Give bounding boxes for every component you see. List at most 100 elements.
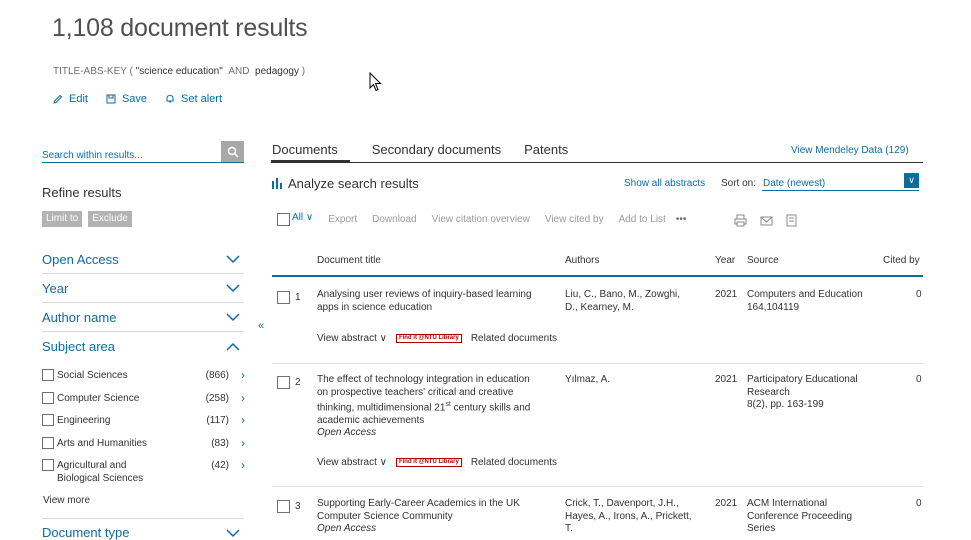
view-abstract-toggle[interactable]: View abstract ∨ [317,457,387,468]
facet-open-access[interactable]: Open Access [42,245,244,274]
bar-chart-icon [272,178,282,189]
save-icon [106,94,116,104]
sort-label: Sort on: [721,178,757,189]
view-citation-overview-button[interactable]: View citation overview [432,214,530,225]
chevron-right-icon[interactable]: › [231,392,245,405]
facet-subject-area[interactable]: Subject area [42,332,244,361]
query-term: pedagogy [255,66,299,77]
subject-checkbox[interactable] [42,459,54,471]
result-cited-by[interactable]: 0 [916,374,922,385]
select-all-dropdown[interactable]: All ∨ [292,212,313,223]
open-access-label: Open Access [317,523,377,534]
result-title-link[interactable]: Analysing user reviews of inquiry-based … [317,289,555,314]
subject-checkbox[interactable] [42,369,54,381]
column-header-source[interactable]: Source [747,255,779,266]
edit-search-button[interactable]: Edit [53,93,88,105]
chevron-down-icon: ∨ [379,333,387,344]
bell-icon [166,94,174,103]
result-actions: View abstract ∨ Find it @NTU Library Rel… [317,457,557,468]
sort-select[interactable]: Date (newest) ∨ [762,173,919,191]
results-column-headers: Document title Authors Year Source Cited… [272,249,923,277]
chevron-right-icon[interactable]: › [231,369,245,382]
chevron-right-icon[interactable]: › [231,414,245,427]
more-options-icon[interactable]: ••• [676,214,687,225]
search-within-input[interactable] [42,141,212,163]
result-actions: View abstract ∨ Find it @NTU Library Rel… [317,333,557,344]
facet-author-name[interactable]: Author name [42,303,244,332]
result-row: 3 Supporting Early-Career Academics in t… [272,498,923,540]
analyze-search-results-button[interactable]: Analyze search results [271,176,419,191]
find-it-ntu-library-button[interactable]: Find it @NTU Library [395,458,462,467]
limit-to-button[interactable]: Limit to [42,211,83,227]
result-cited-by[interactable]: 0 [916,289,922,300]
column-header-authors[interactable]: Authors [565,255,599,266]
add-to-list-button[interactable]: Add to List [619,214,666,225]
query-operator: AND [228,66,250,77]
view-abstract-toggle[interactable]: View abstract ∨ [317,333,387,344]
chevron-down-icon [226,528,240,537]
chevron-down-icon: ∨ [305,212,314,223]
subject-item: Agricultural and Biological Sciences (42)… [42,459,248,485]
select-all-checkbox[interactable] [277,213,290,226]
result-source[interactable]: ACM International Conference Proceeding … [747,498,877,536]
subject-item: Social Sciences (866) › [42,369,248,382]
result-year: 2021 [715,374,738,385]
column-header-title[interactable]: Document title [317,255,381,266]
result-title-link[interactable]: The effect of technology integration in … [317,374,555,440]
show-all-abstracts-link[interactable]: Show all abstracts [624,178,705,189]
facet-year[interactable]: Year [42,274,244,303]
find-it-ntu-library-button[interactable]: Find it @NTU Library [395,334,462,343]
result-row: 1 Analysing user reviews of inquiry-base… [272,289,923,364]
view-mendeley-data-link[interactable]: View Mendeley Data (129) [791,145,909,156]
subject-checkbox[interactable] [42,414,54,426]
chevron-down-icon [226,255,240,264]
exclude-button[interactable]: Exclude [88,211,132,227]
collapse-sidebar-icon[interactable]: « [258,320,264,332]
result-checkbox[interactable] [277,291,290,304]
chevron-down-icon [226,313,240,322]
result-checkbox[interactable] [277,500,290,513]
result-checkbox[interactable] [277,376,290,389]
save-search-button[interactable]: Save [106,93,147,105]
chevron-right-icon[interactable]: › [231,437,245,450]
query-field: TITLE-ABS-KEY [53,66,127,77]
download-button[interactable]: Download [372,214,416,225]
print-icon[interactable] [734,214,747,227]
pencil-icon [53,94,63,104]
subject-item: Computer Science (258) › [42,392,248,405]
chevron-right-icon[interactable]: › [231,459,245,485]
search-button[interactable] [221,141,244,162]
related-documents-link[interactable]: Related documents [471,457,557,468]
related-documents-link[interactable]: Related documents [471,333,557,344]
export-button[interactable]: Export [328,214,357,225]
search-within-results [42,141,244,163]
view-cited-by-button[interactable]: View cited by [545,214,604,225]
tab-documents[interactable]: Documents [271,142,350,162]
bibliography-icon[interactable] [785,214,798,227]
page-title: 1,108 document results [52,14,308,42]
tab-secondary-documents[interactable]: Secondary documents [371,142,502,162]
search-icon [227,146,239,158]
result-source[interactable]: Participatory Educational Research 8(2),… [747,374,877,412]
result-source[interactable]: Computers and Education 164,104119 [747,289,877,314]
view-more-link[interactable]: View more [43,495,90,506]
chevron-down-icon [226,284,240,293]
result-year: 2021 [715,498,738,509]
email-icon[interactable] [760,214,773,227]
result-authors[interactable]: Liu, C., Bano, M., Zowghi, D., Kearney, … [565,289,701,314]
result-authors[interactable]: Crick, T., Davenport, J.H., Hayes, A., I… [565,498,701,536]
chevron-down-icon: ∨ [904,173,919,188]
results-toolbar: All ∨ Export Download View citation over… [277,212,687,226]
result-year: 2021 [715,289,738,300]
column-header-year[interactable]: Year [715,255,735,266]
result-authors[interactable]: Yılmaz, A. [565,374,701,387]
tab-patents[interactable]: Patents [523,142,569,162]
subject-checkbox[interactable] [42,392,54,404]
facet-document-type[interactable]: Document type [42,518,244,540]
result-cited-by[interactable]: 0 [916,498,922,509]
column-header-cited-by[interactable]: Cited by [883,255,920,266]
set-alert-button[interactable]: Set alert [165,93,222,105]
sort-value: Date (newest) [763,178,826,189]
result-title-link[interactable]: Supporting Early-Career Academics in the… [317,498,555,536]
subject-checkbox[interactable] [42,437,54,449]
